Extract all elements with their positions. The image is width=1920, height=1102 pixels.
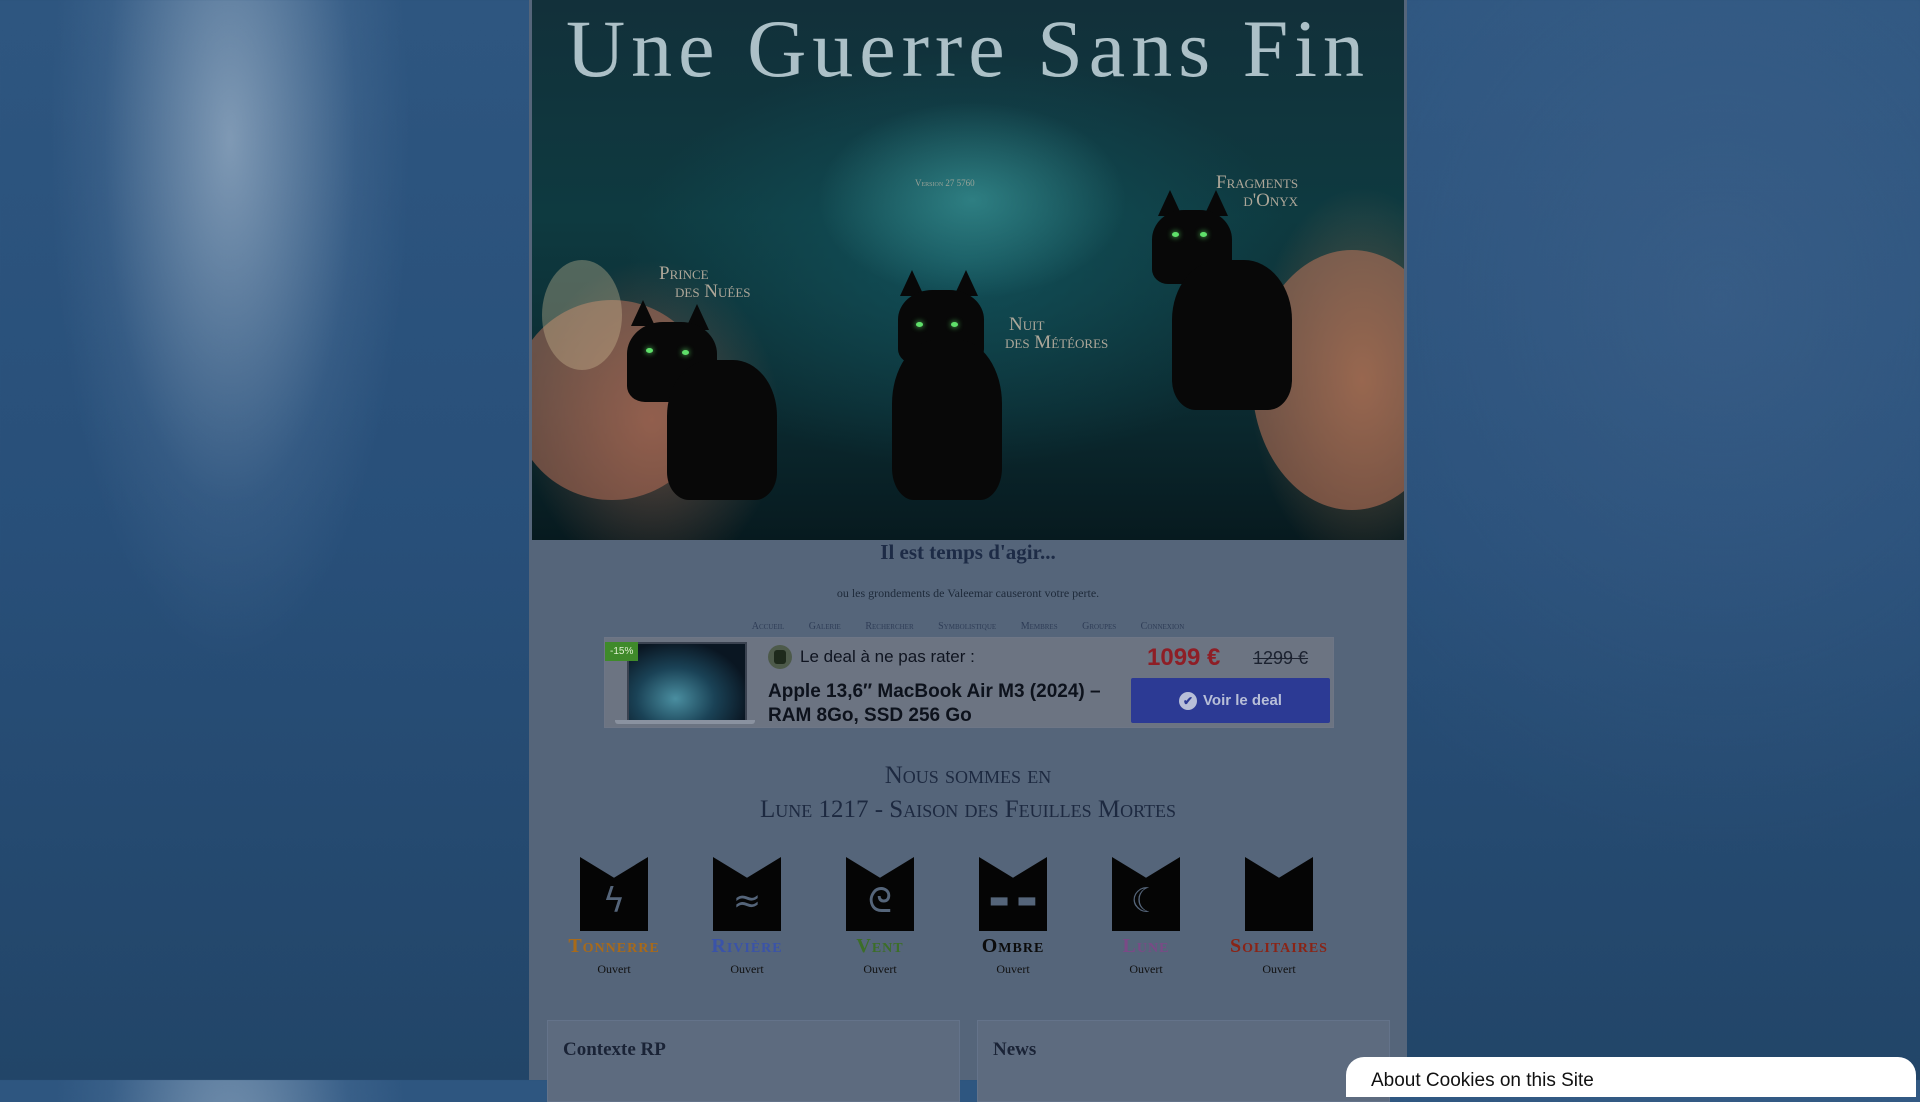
news-panel: News [977, 1020, 1390, 1102]
clan-name: Tonnerre [568, 935, 660, 957]
voir-deal-label: Voir le deal [1203, 692, 1282, 709]
banner-label-fragments: Fragments d'Onyx [1216, 172, 1299, 211]
cat-silhouette-center [892, 270, 1022, 500]
clan-ombre[interactable]: ▬ ▬ Ombre Ouvert [953, 857, 1073, 977]
nav-groupes[interactable]: Groupes [1082, 621, 1116, 632]
clan-tonnerre[interactable]: ϟ Tonnerre Ouvert [554, 857, 674, 977]
news-title: News [993, 1039, 1037, 1060]
coral-pale [542, 260, 622, 370]
contexte-rp-title: Contexte RP [563, 1039, 666, 1060]
cookie-banner[interactable]: About Cookies on this Site [1346, 1057, 1916, 1097]
nav-connexion[interactable]: Connexion [1141, 621, 1185, 632]
voir-deal-button[interactable]: ✔ Voir le deal [1131, 678, 1330, 723]
deal-header-text: Le deal à ne pas rater : [800, 647, 975, 666]
headline: Il est temps d'agir... [880, 540, 1056, 564]
deal-product-name[interactable]: Apple 13,6″ MacBook Air M3 (2024) – RAM … [768, 680, 1138, 728]
banner-title: Une Guerre Sans Fin [565, 3, 1371, 94]
deal-old-price: 1299 € [1253, 648, 1309, 668]
clan-state: Ouvert [863, 962, 897, 976]
clan-state: Ouvert [730, 962, 764, 976]
clan-state: Ouvert [597, 962, 631, 976]
current-date: Lune 1217 - Saison des Feuilles Mortes [759, 796, 1177, 823]
nav-galerie[interactable]: Galerie [809, 621, 841, 632]
nav-symbolistique[interactable]: Symbolistique [938, 621, 996, 632]
forum-page: Une Guerre Sans Fin Version 27 5760 Prin… [529, 0, 1407, 1102]
discount-badge: -15% [605, 642, 639, 661]
deal-ad[interactable]: -15% Le deal à ne pas rater : Apple 13,6… [604, 637, 1334, 728]
crescent-icon: ☾ [1112, 857, 1180, 931]
clan-state: Ouvert [996, 962, 1030, 976]
clan-solitaires[interactable]: Solitaires Ouvert [1219, 857, 1339, 977]
clan-state: Ouvert [1262, 962, 1296, 976]
clan-name: Lune [1122, 935, 1170, 957]
cat-silhouette-left [627, 300, 787, 500]
clan-state: Ouvert [1129, 962, 1163, 976]
clan-name: Rivière [711, 935, 783, 957]
deal-header: Le deal à ne pas rater : [768, 645, 975, 669]
laptop-base [615, 720, 755, 724]
clan-name: Vent [856, 935, 904, 957]
subline: ou les grondements de Valeemar causeront… [836, 586, 1100, 600]
clan-list: ϟ Tonnerre Ouvert ≈ Rivière Ouvert ᘓ Ven… [529, 857, 1407, 977]
lightning-icon: ϟ [580, 857, 648, 931]
contexte-rp-panel: Contexte RP [547, 1020, 960, 1102]
check-icon: ✔ [1179, 691, 1198, 710]
eyes-icon: ▬ ▬ [979, 857, 1047, 931]
cat-silhouette-right [1152, 190, 1302, 410]
clan-lune[interactable]: ☾ Lune Ouvert [1086, 857, 1206, 977]
waves-icon: ≈ [713, 857, 781, 931]
mascot-icon [768, 645, 792, 669]
banner-label-prince: Prince des Nuées [659, 263, 751, 302]
forum-banner: Une Guerre Sans Fin Version 27 5760 Prin… [532, 0, 1404, 540]
banner-version: Version 27 5760 [915, 178, 975, 188]
cookie-banner-text: About Cookies on this Site [1371, 1070, 1594, 1091]
clan-name: Ombre [981, 935, 1045, 957]
deal-price: 1099 € [1147, 644, 1221, 671]
clan-vent[interactable]: ᘓ Vent Ouvert [820, 857, 940, 977]
nav-membres[interactable]: Membres [1021, 621, 1058, 632]
plain-cat-icon [1245, 857, 1313, 931]
clan-riviere[interactable]: ≈ Rivière Ouvert [687, 857, 807, 977]
swirl-icon: ᘓ [846, 857, 914, 931]
banner-label-nuit: Nuit des Météores [1005, 314, 1109, 353]
clan-name: Solitaires [1230, 935, 1328, 957]
nav-rechercher[interactable]: Rechercher [865, 621, 913, 632]
laptop-screen [627, 642, 747, 724]
date-intro: Nous sommes en [884, 762, 1052, 789]
main-nav: Accueil Galerie Rechercher Symbolistique… [529, 621, 1407, 632]
nav-accueil[interactable]: Accueil [752, 621, 785, 632]
